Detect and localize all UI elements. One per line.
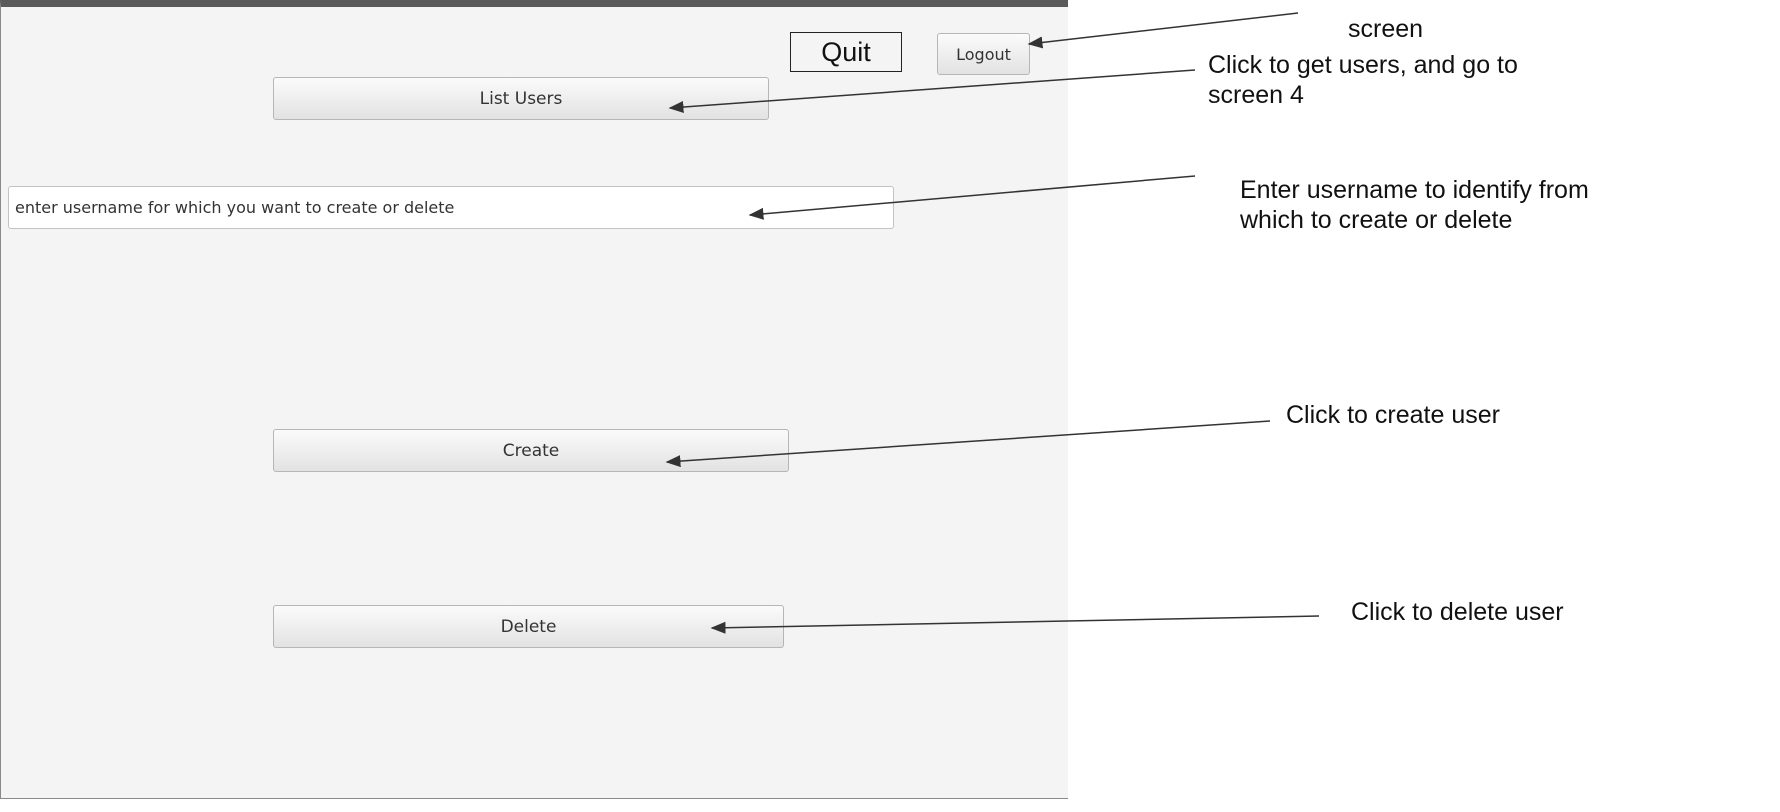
username-input[interactable] (8, 186, 894, 229)
create-annotation: Click to create user (1286, 401, 1500, 429)
list-users-annotation: Click to get users, and go to screen 4 (1208, 51, 1518, 109)
logout-annotation: screen (1348, 15, 1424, 43)
list-users-button[interactable]: List Users (273, 77, 769, 120)
logout-arrow (1027, 12, 1299, 49)
logout-button[interactable]: Logout (937, 33, 1030, 75)
quit-button[interactable]: Quit (790, 32, 902, 72)
delete-annotation: Click to delete user (1351, 598, 1564, 626)
create-button[interactable]: Create (273, 429, 789, 472)
username-annotation: Enter username to identify from which to… (1240, 176, 1589, 234)
delete-button[interactable]: Delete (273, 605, 784, 648)
